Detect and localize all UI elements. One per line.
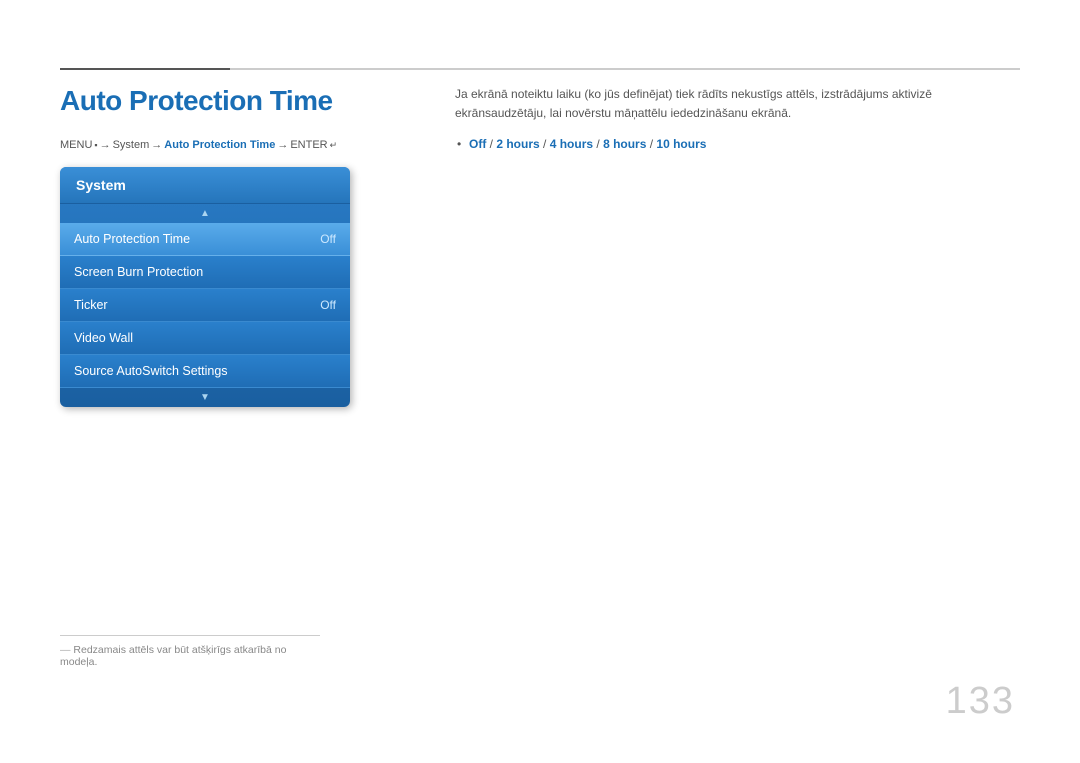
- sep3: /: [593, 137, 603, 151]
- menu-item-value: Off: [320, 232, 336, 246]
- page-container: Auto Protection Time MENU ▪ → System → A…: [0, 0, 1080, 763]
- option-8h: 8 hours: [603, 137, 646, 151]
- breadcrumb-arrow1: →: [100, 139, 111, 151]
- sep1: /: [486, 137, 496, 151]
- left-column: Auto Protection Time MENU ▪ → System → A…: [60, 85, 430, 407]
- right-column: Ja ekrānā noteiktu laiku (ko jūs definēj…: [455, 85, 1020, 151]
- page-title: Auto Protection Time: [60, 85, 430, 117]
- menu-item-screen-burn[interactable]: Screen Burn Protection: [60, 256, 350, 289]
- options-item: Off / 2 hours / 4 hours / 8 hours / 10 h…: [469, 137, 1020, 151]
- page-number: 133: [946, 680, 1015, 723]
- system-menu: System ▲ Auto Protection Time Off Screen…: [60, 167, 350, 407]
- menu-item-source-autoswitch[interactable]: Source AutoSwitch Settings: [60, 355, 350, 388]
- breadcrumb-menu: MENU: [60, 139, 92, 151]
- option-10h: 10 hours: [656, 137, 706, 151]
- breadcrumb-enter-icon: ↵: [330, 140, 338, 151]
- menu-item-auto-protection[interactable]: Auto Protection Time Off: [60, 223, 350, 256]
- breadcrumb: MENU ▪ → System → Auto Protection Time →…: [60, 139, 430, 151]
- option-off: Off: [469, 137, 486, 151]
- menu-item-label: Auto Protection Time: [74, 232, 190, 246]
- breadcrumb-arrow3: →: [277, 139, 288, 151]
- breadcrumb-arrow2: →: [151, 139, 162, 151]
- menu-item-value: Off: [320, 298, 336, 312]
- menu-item-label: Source AutoSwitch Settings: [74, 364, 228, 378]
- footer-note: Redzamais attēls var būt atšķirīgs atkar…: [60, 635, 320, 668]
- breadcrumb-feature: Auto Protection Time: [164, 139, 275, 151]
- options-list: Off / 2 hours / 4 hours / 8 hours / 10 h…: [455, 137, 1020, 151]
- breadcrumb-system: System: [113, 139, 150, 151]
- footer-note-text: Redzamais attēls var būt atšķirīgs atkar…: [60, 644, 320, 668]
- menu-arrow-down-icon: ▼: [60, 388, 350, 407]
- menu-item-ticker[interactable]: Ticker Off: [60, 289, 350, 322]
- menu-item-label: Screen Burn Protection: [74, 265, 203, 279]
- system-menu-header: System: [60, 167, 350, 204]
- menu-item-video-wall[interactable]: Video Wall: [60, 322, 350, 355]
- sep2: /: [540, 137, 550, 151]
- description-text: Ja ekrānā noteiktu laiku (ko jūs definēj…: [455, 85, 1020, 123]
- menu-item-label: Ticker: [74, 298, 108, 312]
- option-4h: 4 hours: [550, 137, 593, 151]
- top-rule-accent: [60, 68, 230, 70]
- breadcrumb-menu-icon: ▪: [94, 140, 97, 150]
- breadcrumb-enter: ENTER: [290, 139, 327, 151]
- menu-item-label: Video Wall: [74, 331, 133, 345]
- option-2h: 2 hours: [496, 137, 539, 151]
- menu-arrow-up-icon: ▲: [60, 204, 350, 223]
- sep4: /: [646, 137, 656, 151]
